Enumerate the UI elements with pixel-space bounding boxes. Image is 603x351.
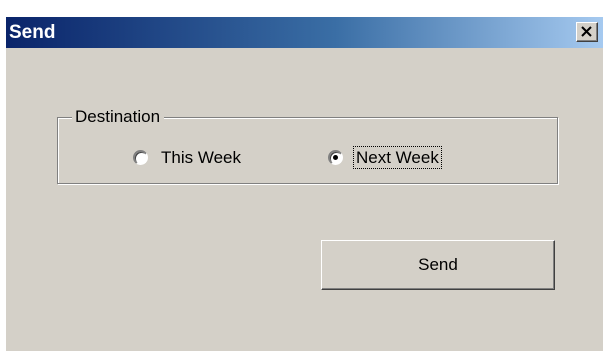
title-bar[interactable]: Send	[6, 17, 603, 48]
send-dialog: Send Destination This Week Next Week Sen…	[5, 16, 603, 351]
radio-selected-dot	[333, 155, 338, 160]
destination-group-label: Destination	[72, 106, 165, 128]
radio-next-week[interactable]: Next Week	[328, 146, 442, 169]
close-button[interactable]	[576, 22, 598, 42]
radio-this-week-indicator[interactable]	[133, 150, 148, 165]
close-icon	[581, 26, 592, 37]
radio-this-week-label[interactable]: This Week	[159, 147, 243, 168]
window-title: Send	[9, 22, 56, 43]
send-button[interactable]: Send	[321, 240, 555, 290]
radio-next-week-indicator[interactable]	[328, 150, 343, 165]
radio-next-week-label[interactable]: Next Week	[353, 146, 442, 169]
radio-this-week[interactable]: This Week	[133, 147, 243, 168]
